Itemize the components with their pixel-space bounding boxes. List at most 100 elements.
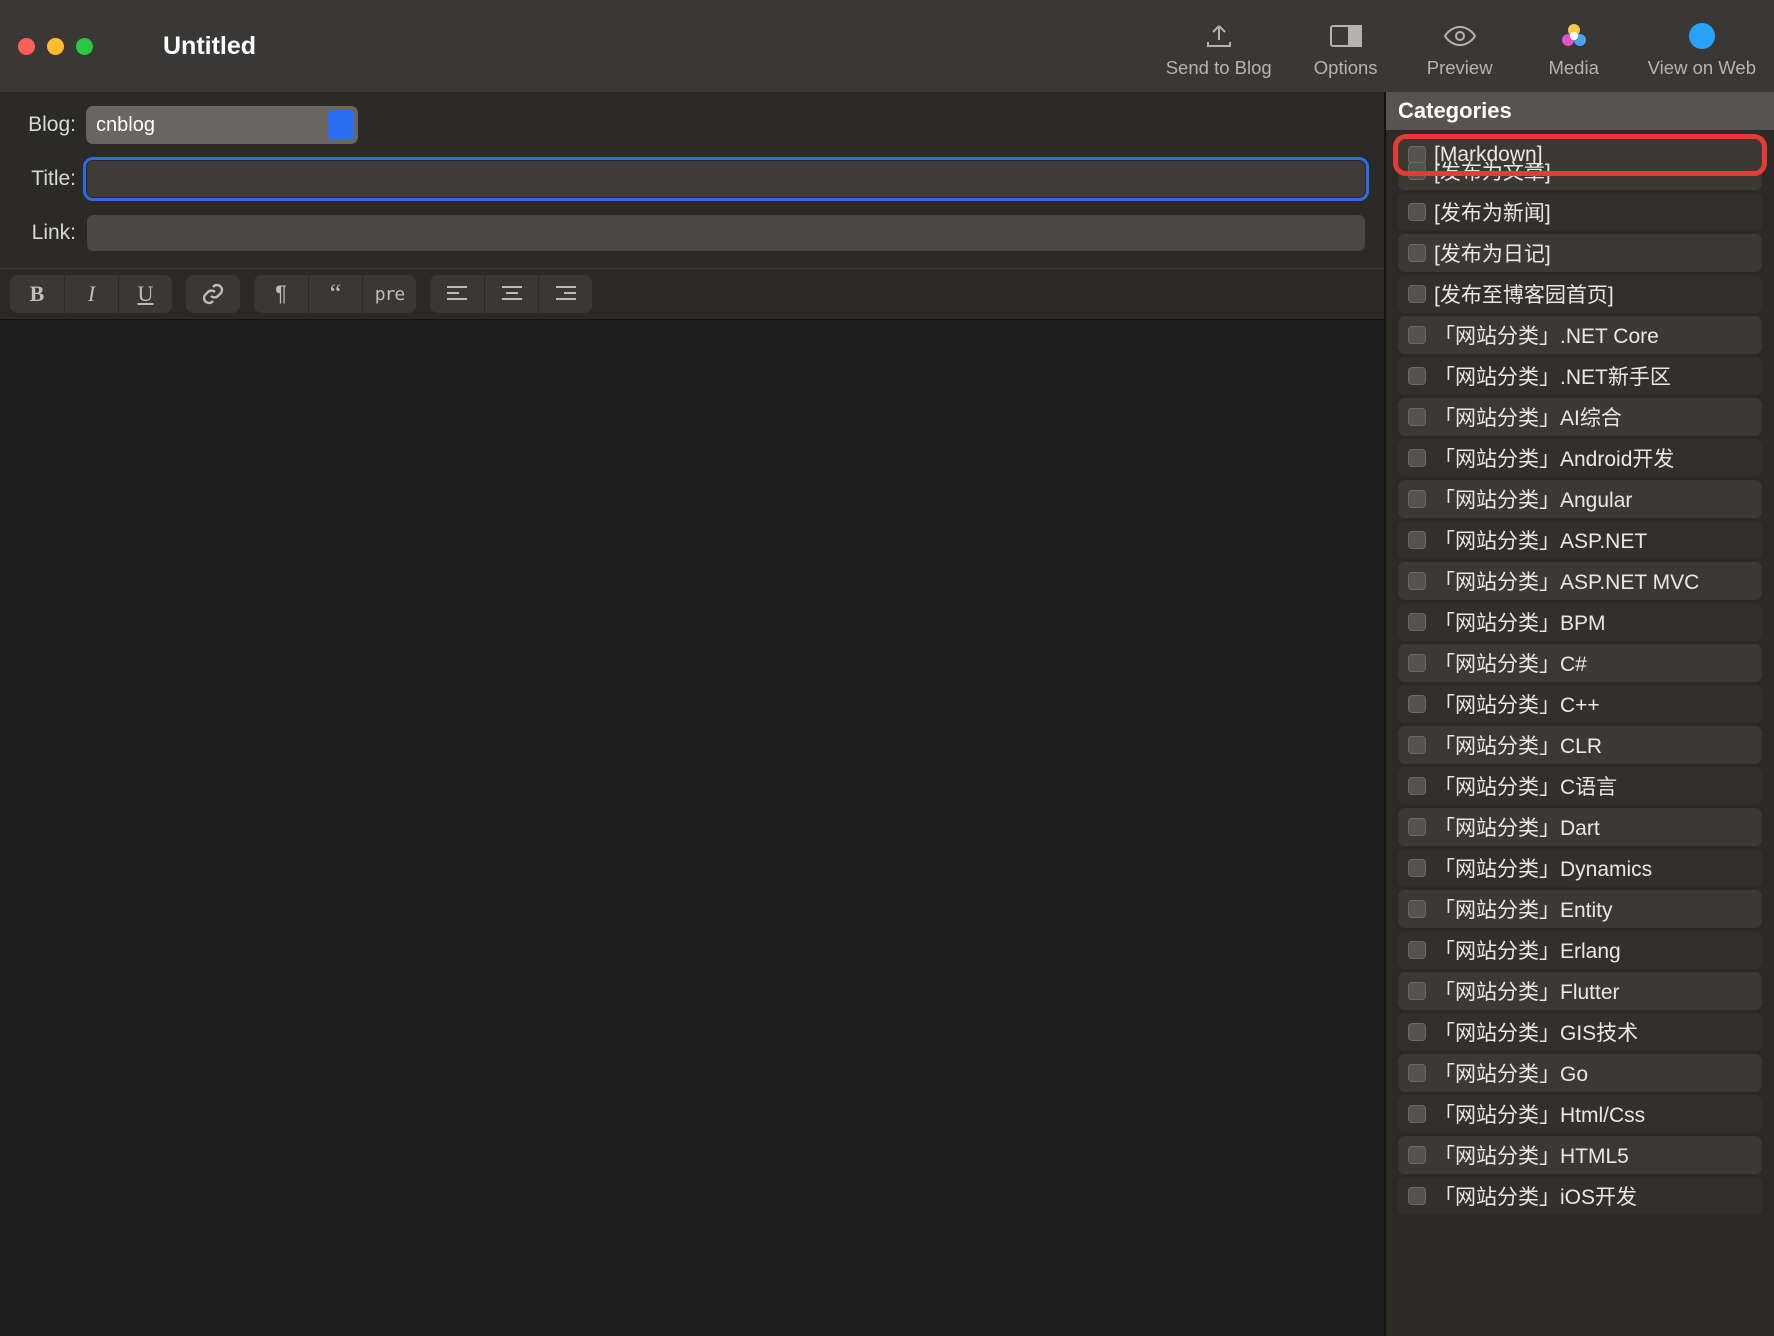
checkbox[interactable]	[1408, 736, 1426, 754]
category-item[interactable]: 「网站分类」Entity	[1398, 890, 1762, 928]
checkbox[interactable]	[1408, 449, 1426, 467]
category-label: 「网站分类」.NET Core	[1434, 320, 1659, 350]
title-input[interactable]	[86, 160, 1366, 198]
italic-button[interactable]: I	[64, 275, 118, 313]
view-on-web-label: View on Web	[1648, 57, 1756, 79]
category-item[interactable]: 「网站分类」ASP.NET MVC	[1398, 562, 1762, 600]
link-format-button[interactable]	[186, 275, 240, 313]
link-input[interactable]	[86, 214, 1366, 252]
category-item[interactable]: 「网站分类」C++	[1398, 685, 1762, 723]
blockquote-button[interactable]: “	[308, 275, 362, 313]
category-label: 「网站分类」Go	[1434, 1058, 1588, 1088]
checkbox[interactable]	[1408, 613, 1426, 631]
category-item[interactable]: 「网站分类」Html/Css	[1398, 1095, 1762, 1133]
checkbox[interactable]	[1408, 326, 1426, 344]
post-form: Blog: cnblog ▲▼ Title: Link:	[0, 92, 1384, 268]
flower-icon	[1557, 21, 1591, 51]
quote-icon: “	[330, 279, 342, 309]
category-item[interactable]: 「网站分类」Go	[1398, 1054, 1762, 1092]
checkbox[interactable]	[1408, 531, 1426, 549]
category-item[interactable]: 「网站分类」Angular	[1398, 480, 1762, 518]
pilcrow-icon: ¶	[275, 281, 287, 307]
checkbox[interactable]	[1408, 244, 1426, 262]
checkbox[interactable]	[1408, 1023, 1426, 1041]
preformatted-button[interactable]: pre	[362, 275, 416, 313]
category-item[interactable]: 「网站分类」C#	[1398, 644, 1762, 682]
category-item[interactable]: 「网站分类」Android开发	[1398, 439, 1762, 477]
minimize-window-button[interactable]	[47, 38, 64, 55]
blog-select[interactable]: cnblog	[86, 106, 358, 144]
checkbox[interactable]	[1408, 203, 1426, 221]
align-left-icon	[446, 285, 468, 303]
category-label: 「网站分类」ASP.NET MVC	[1434, 566, 1699, 596]
titlebar: Untitled Send to Blog Options	[0, 0, 1774, 92]
category-item[interactable]: 「网站分类」GIS技术	[1398, 1013, 1762, 1051]
category-item[interactable]: 「网站分类」Dynamics	[1398, 849, 1762, 887]
align-left-button[interactable]	[430, 275, 484, 313]
checkbox[interactable]	[1408, 572, 1426, 590]
align-right-button[interactable]	[538, 275, 592, 313]
align-right-icon	[555, 285, 577, 303]
media-button[interactable]: Media	[1534, 21, 1614, 79]
format-toolbar: B I U ¶ “ pre	[0, 268, 1384, 320]
checkbox[interactable]	[1408, 695, 1426, 713]
window-title: Untitled	[163, 32, 256, 61]
checkbox[interactable]	[1408, 1146, 1426, 1164]
category-item[interactable]: 「网站分类」C语言	[1398, 767, 1762, 805]
checkbox[interactable]	[1408, 777, 1426, 795]
send-to-blog-button[interactable]: Send to Blog	[1166, 21, 1272, 79]
category-item[interactable]: 「网站分类」iOS开发	[1398, 1177, 1762, 1215]
checkbox[interactable]	[1408, 1187, 1426, 1205]
underline-button[interactable]: U	[118, 275, 172, 313]
upload-icon	[1202, 21, 1236, 51]
category-item[interactable]: 「网站分类」BPM	[1398, 603, 1762, 641]
category-label: 「网站分类」Flutter	[1434, 976, 1620, 1006]
categories-list[interactable]: [Markdown][发布为文章][发布为新闻][发布为日记][发布至博客园首页…	[1386, 130, 1774, 1336]
category-item[interactable]: [发布为日记]	[1398, 234, 1762, 272]
close-window-button[interactable]	[18, 38, 35, 55]
category-item[interactable]: [发布为新闻]	[1398, 193, 1762, 231]
editor-area[interactable]	[0, 320, 1384, 1336]
paragraph-button[interactable]: ¶	[254, 275, 308, 313]
checkbox[interactable]	[1408, 367, 1426, 385]
category-label: 「网站分类」HTML5	[1434, 1140, 1629, 1170]
checkbox[interactable]	[1408, 285, 1426, 303]
checkbox[interactable]	[1408, 1105, 1426, 1123]
category-item[interactable]: [发布至博客园首页]	[1398, 275, 1762, 313]
category-item[interactable]: 「网站分类」CLR	[1398, 726, 1762, 764]
checkbox[interactable]	[1408, 162, 1426, 180]
category-item[interactable]: 「网站分类」Erlang	[1398, 931, 1762, 969]
checkbox[interactable]	[1408, 408, 1426, 426]
blog-label: Blog:	[18, 113, 86, 137]
category-item[interactable]: [发布为文章]	[1398, 152, 1762, 190]
zoom-window-button[interactable]	[76, 38, 93, 55]
checkbox[interactable]	[1408, 654, 1426, 672]
checkbox[interactable]	[1408, 982, 1426, 1000]
bold-button[interactable]: B	[10, 275, 64, 313]
checkbox[interactable]	[1408, 941, 1426, 959]
category-item[interactable]: 「网站分类」HTML5	[1398, 1136, 1762, 1174]
checkbox[interactable]	[1408, 1064, 1426, 1082]
category-label: 「网站分类」AI综合	[1434, 402, 1622, 432]
align-center-button[interactable]	[484, 275, 538, 313]
preview-button[interactable]: Preview	[1420, 21, 1500, 79]
category-label: 「网站分类」Html/Css	[1434, 1099, 1645, 1129]
category-item[interactable]: 「网站分类」Flutter	[1398, 972, 1762, 1010]
category-item[interactable]: 「网站分类」AI综合	[1398, 398, 1762, 436]
category-label: 「网站分类」Entity	[1434, 894, 1613, 924]
category-label: [发布为文章]	[1434, 156, 1551, 186]
category-label: 「网站分类」GIS技术	[1434, 1017, 1638, 1047]
checkbox[interactable]	[1408, 900, 1426, 918]
checkbox[interactable]	[1408, 818, 1426, 836]
category-label: 「网站分类」Angular	[1434, 484, 1632, 514]
category-label: 「网站分类」C++	[1434, 689, 1600, 719]
category-label: 「网站分类」ASP.NET	[1434, 525, 1647, 555]
category-item[interactable]: 「网站分类」ASP.NET	[1398, 521, 1762, 559]
category-item[interactable]: 「网站分类」.NET Core	[1398, 316, 1762, 354]
category-item[interactable]: 「网站分类」Dart	[1398, 808, 1762, 846]
view-on-web-button[interactable]: View on Web	[1648, 21, 1756, 79]
checkbox[interactable]	[1408, 490, 1426, 508]
options-button[interactable]: Options	[1306, 21, 1386, 79]
checkbox[interactable]	[1408, 859, 1426, 877]
category-item[interactable]: 「网站分类」.NET新手区	[1398, 357, 1762, 395]
